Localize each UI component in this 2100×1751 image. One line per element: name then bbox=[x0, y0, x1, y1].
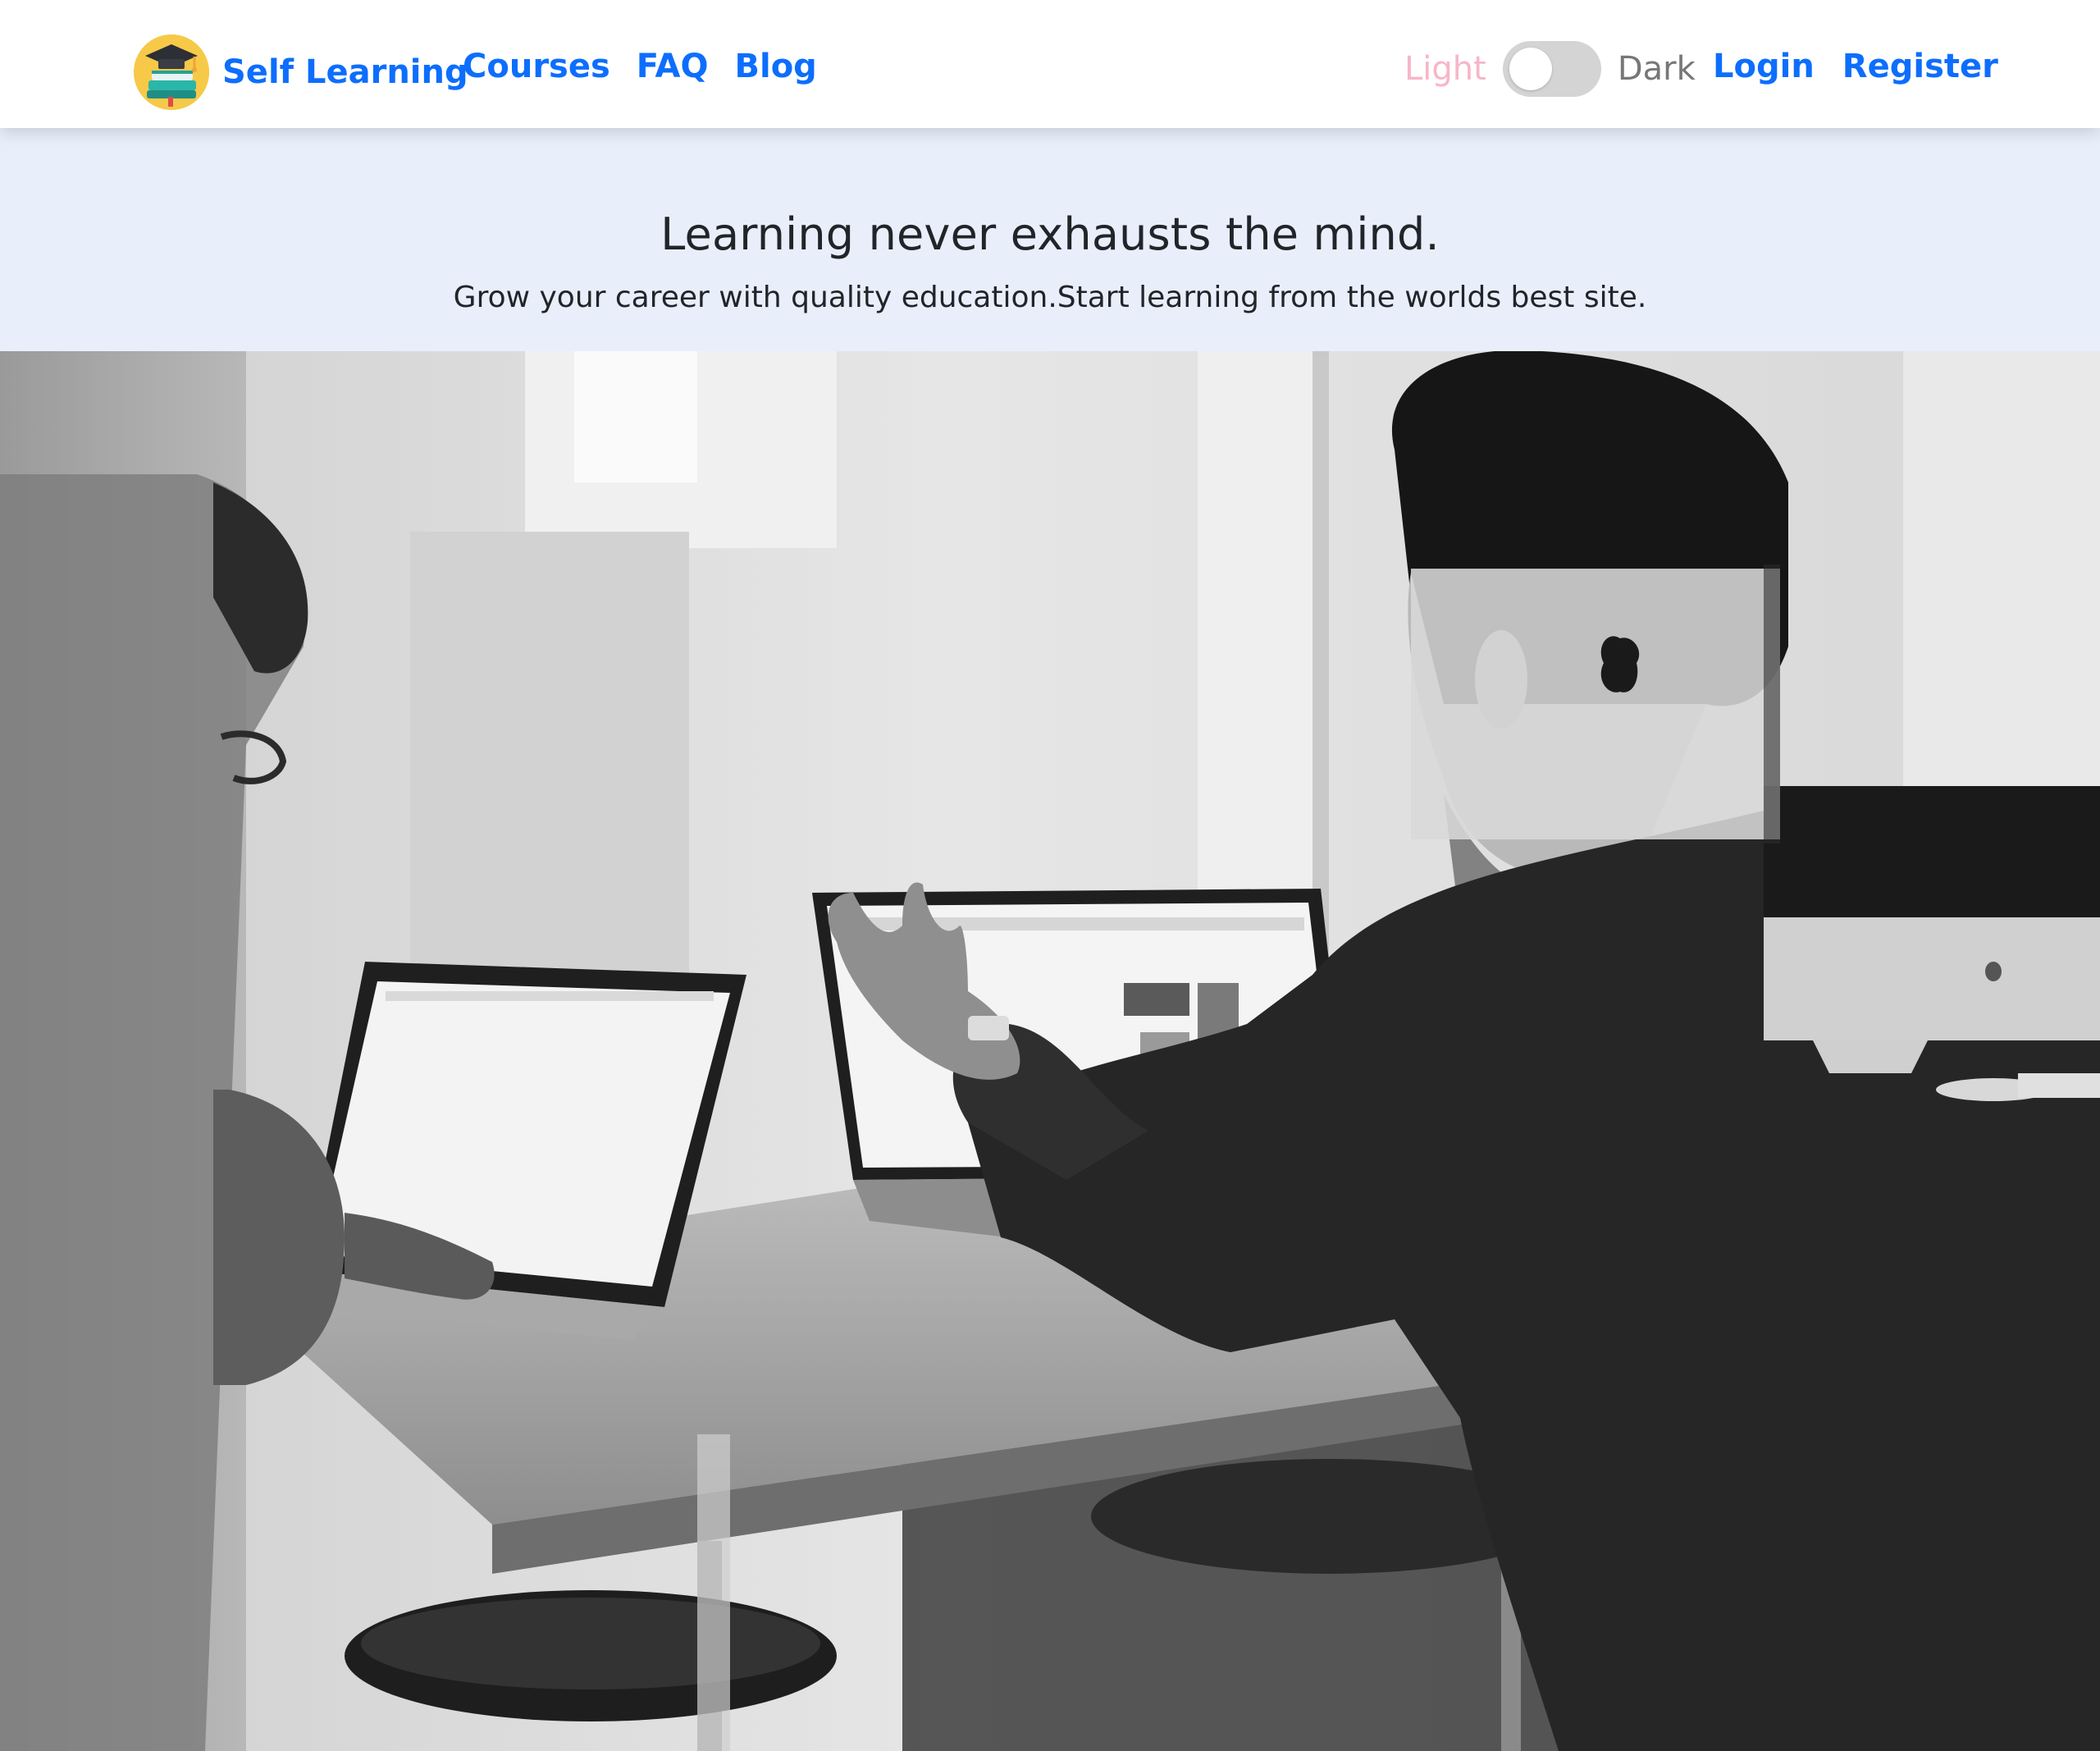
light-theme-label: Light bbox=[1404, 50, 1486, 88]
nav-faq-link[interactable]: FAQ bbox=[637, 48, 709, 85]
navbar: Self Learning Courses FAQ Blog Light Dar… bbox=[0, 0, 2100, 128]
theme-switch: Light Dark bbox=[1404, 41, 1696, 97]
brand-name: Self Learning bbox=[222, 53, 468, 91]
login-link[interactable]: Login bbox=[1713, 48, 1815, 85]
dark-theme-label: Dark bbox=[1617, 50, 1696, 88]
toggle-knob bbox=[1509, 48, 1552, 90]
nav-courses-link[interactable]: Courses bbox=[463, 48, 610, 85]
hero-section: Learning never exhausts the mind. Grow y… bbox=[0, 128, 2100, 351]
hero-title: Learning never exhausts the mind. bbox=[660, 208, 1440, 260]
nav-blog-link[interactable]: Blog bbox=[735, 48, 817, 85]
graduation-cap-logo-icon bbox=[134, 34, 209, 110]
brand-link[interactable]: Self Learning bbox=[134, 34, 468, 110]
register-link[interactable]: Register bbox=[1842, 48, 1998, 85]
main-nav: Courses FAQ Blog bbox=[463, 48, 817, 85]
hero-subtitle: Grow your career with quality education.… bbox=[453, 281, 1647, 314]
auth-nav: Login Register bbox=[1713, 48, 1998, 85]
theme-toggle[interactable] bbox=[1502, 41, 1601, 97]
hero-image bbox=[0, 351, 2100, 1751]
